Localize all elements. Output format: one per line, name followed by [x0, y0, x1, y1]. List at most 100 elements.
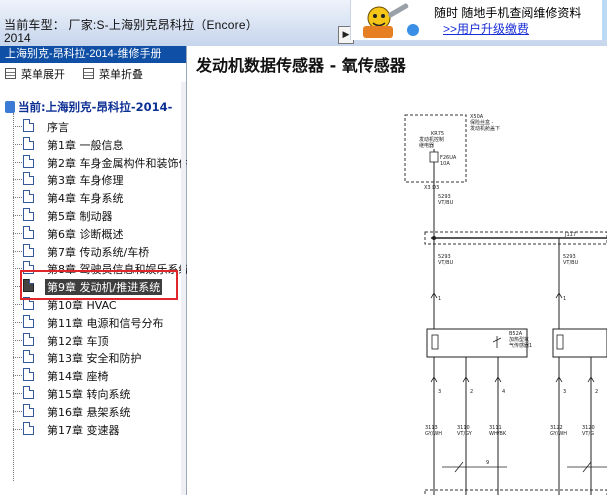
mechanic-mascot-icon	[353, 0, 429, 40]
chapter-label: 第3章 车身修理	[47, 174, 124, 188]
pin-label: 4	[502, 389, 505, 395]
chapter-label: 第2章 车身金属构件和装饰件	[47, 156, 190, 170]
chapter-item[interactable]: 第1章 一般信息	[13, 136, 188, 153]
tree-root-label: 当前:上海别克-昂科拉-2014-	[18, 100, 173, 114]
current-vehicle-label: 当前车型： 厂家:S-上海别克昂科拉（Encore）	[4, 18, 258, 32]
tree-connector	[13, 393, 22, 394]
collapse-all-button[interactable]: 菜单折叠	[83, 66, 143, 82]
tree-connector	[13, 304, 22, 305]
fuse-box-sub1: 保险丝盒 -	[470, 119, 494, 126]
chapter-item[interactable]: 序言	[13, 118, 188, 135]
shield-number: 9	[486, 460, 489, 466]
tree-connector	[13, 161, 22, 163]
chapter-label: 第4章 车身系统	[47, 192, 124, 206]
tree-connector	[13, 357, 22, 359]
fuse-pins: X3 D3	[424, 185, 439, 191]
document-icon	[23, 225, 34, 239]
wiring-diagram: X50A 保险丝盒 - 发动机舱盖下 KR75 发动机控制 继电器 F26UA …	[404, 114, 607, 495]
pin-label: 2	[595, 389, 598, 395]
menu-icon	[83, 68, 94, 79]
document-icon	[23, 386, 34, 399]
upgrade-payment-link[interactable]: >>用户升级缴费	[443, 20, 529, 37]
fuse-box-outline	[404, 114, 467, 183]
collapse-all-label: 菜单折叠	[99, 68, 143, 81]
sensor-element-icon	[492, 336, 502, 348]
fuse-symbol	[429, 151, 439, 163]
document-icon	[23, 403, 34, 417]
heater-element-icon	[431, 334, 439, 350]
bottom-connector-outline	[424, 489, 607, 495]
top-bar: 当前车型： 厂家:S-上海别克昂科拉（Encore） 2014 ▶ 随时 随地手…	[0, 0, 607, 47]
chapter-label: 第15章 转向系统	[47, 388, 131, 401]
document-icon	[23, 190, 34, 204]
expand-all-label: 菜单展开	[21, 68, 65, 81]
promo-text: 随时 随地手机查阅维修资料	[434, 6, 582, 20]
tree-connector	[13, 126, 22, 127]
splice-id: J117	[564, 232, 576, 238]
navigation-panel: 上海别克-昂科拉-2014-维修手册 菜单展开 菜单折叠 当前:上海别克-昂科拉…	[0, 46, 190, 495]
main-circuit-color: VT/BU	[438, 200, 454, 206]
chapter-item[interactable]: 第11章 电源和信号分布	[13, 314, 188, 331]
tree-connector	[13, 375, 22, 377]
chapter-label: 第6章 诊断概述	[47, 227, 124, 241]
document-icon	[23, 119, 34, 132]
relay-line2: 继电器	[419, 142, 434, 149]
chapter-item[interactable]: 第4章 车身系统	[13, 189, 188, 206]
tree-connector	[13, 179, 22, 181]
chapter-item[interactable]: 第5章 制动器	[13, 207, 188, 224]
tree-connector	[13, 339, 22, 341]
circuit-color: WH/BK	[489, 431, 507, 437]
left-branch-color: VT/BU	[438, 260, 454, 266]
tree-connector	[13, 197, 22, 199]
circuit-color: VT/GY	[457, 431, 473, 437]
chapter-item[interactable]: 第17章 变速器	[13, 421, 188, 438]
tree-connector	[13, 428, 22, 430]
document-icon	[23, 421, 34, 435]
sensor2-outline	[552, 328, 607, 358]
circuit-color: VT/G	[582, 431, 594, 437]
document-icon	[23, 243, 34, 257]
tree-connector	[13, 410, 22, 412]
pin-label: 3	[438, 389, 441, 395]
fuse-rating: 10A	[440, 161, 450, 167]
chapter-label: 序言	[47, 121, 69, 134]
chapter-label: 第1章 一般信息	[47, 138, 124, 152]
pin-label: 2	[470, 389, 473, 395]
circuit-color: GY/WH	[425, 431, 442, 437]
chapter-label: 第11章 电源和信号分布	[47, 316, 164, 330]
chapter-item[interactable]: 第14章 座椅	[13, 367, 188, 384]
book-icon	[5, 101, 15, 113]
chapter-item[interactable]: 第7章 传动系统/车桥	[13, 243, 188, 260]
tree-connector	[13, 215, 22, 216]
chapter-item[interactable]: 第2章 车身金属构件和装饰件	[13, 154, 190, 171]
document-icon	[23, 208, 34, 221]
chapter-item[interactable]: 第15章 转向系统	[13, 385, 188, 402]
pin-label: 1	[438, 296, 441, 302]
chapter-item[interactable]: 第16章 悬架系统	[13, 403, 188, 420]
promo-edge-decoration	[602, 0, 607, 40]
document-icon	[23, 172, 34, 186]
chapter-label: 第14章 座椅	[47, 370, 109, 384]
selection-highlight-box	[20, 270, 178, 300]
sensor-name-line1: 加热型氧	[509, 336, 529, 343]
chapter-item[interactable]: 第3章 车身修理	[13, 171, 188, 188]
chapter-label: 第7章 传动系统/车桥	[47, 245, 150, 259]
pin-label: 3	[563, 389, 566, 395]
tree-connector	[13, 143, 22, 145]
sensor-name-line2: 气传感器1	[509, 342, 532, 349]
document-icon	[23, 332, 34, 346]
chapter-item[interactable]: 第6章 诊断概述	[13, 225, 188, 242]
tree-toolbar: 菜单展开 菜单折叠	[0, 64, 186, 82]
tree-connector	[13, 321, 22, 323]
tree-root-node[interactable]: 当前:上海别克-昂科拉-2014-	[5, 99, 172, 115]
tree-connector	[13, 232, 22, 234]
panel-scrollbar[interactable]	[181, 82, 186, 495]
expand-all-button[interactable]: 菜单展开	[5, 66, 65, 82]
chapter-item[interactable]: 第13章 安全和防护	[13, 349, 188, 366]
pin-label: 1	[563, 296, 566, 302]
right-branch-color: VT/BU	[563, 260, 579, 266]
promo-banner: 随时 随地手机查阅维修资料 >>用户升级缴费	[350, 0, 607, 40]
document-icon	[23, 154, 34, 168]
chapter-label: 第16章 悬架系统	[47, 405, 131, 419]
chapter-item[interactable]: 第12章 车顶	[13, 332, 188, 349]
